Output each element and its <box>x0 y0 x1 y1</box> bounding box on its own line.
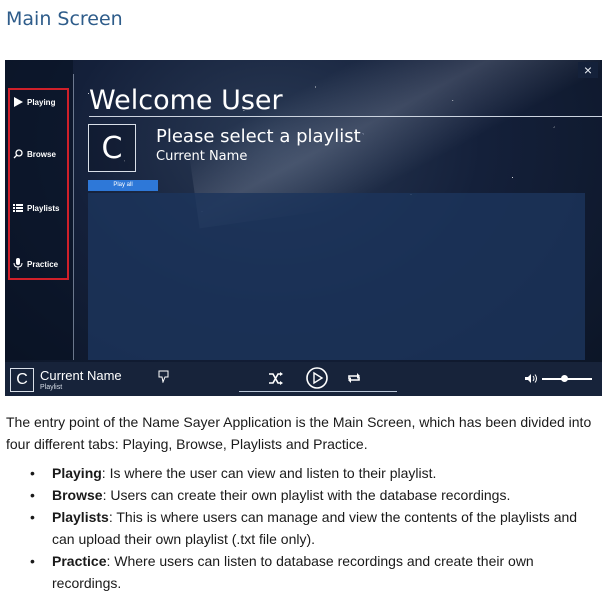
bullet-icon: • <box>30 553 35 569</box>
bullet-term: Browse <box>52 487 103 503</box>
sidebar-item-label: Playlists <box>27 203 60 213</box>
list-item: • Playing: Is where the user can view and… <box>30 462 602 484</box>
bullet-text: : Is where the user can view and listen … <box>101 465 437 481</box>
volume-slider-handle[interactable] <box>561 375 568 382</box>
now-playing-name: Current Name <box>40 368 122 383</box>
playlist-title: Please select a playlist <box>156 126 361 147</box>
now-playing-subtitle: Playlist <box>40 384 63 391</box>
app-screenshot: × Playing Browse Playlists Practice Welc… <box>5 60 602 396</box>
title-divider <box>89 116 602 117</box>
list-item: • Practice: Where users can listen to dat… <box>30 550 602 594</box>
list-item: • Playlists: This is where users can mana… <box>30 506 602 550</box>
bullet-icon: • <box>30 465 35 481</box>
bullet-term: Practice <box>52 553 107 569</box>
bullet-term: Playlists <box>52 509 109 525</box>
search-icon <box>13 149 23 159</box>
playlist-avatar: C <box>88 124 136 172</box>
sidebar-item-label: Practice <box>27 259 59 269</box>
sidebar-nav: Playing Browse Playlists Practice <box>5 60 73 360</box>
progress-bar[interactable] <box>239 391 397 392</box>
bullet-term: Playing <box>52 465 102 481</box>
microphone-icon <box>13 258 23 270</box>
sidebar-item-browse[interactable]: Browse <box>13 145 71 163</box>
tab-description-list: • Playing: Is where the user can view and… <box>30 462 602 594</box>
welcome-title: Welcome User <box>89 85 283 116</box>
repeat-icon[interactable] <box>347 372 361 384</box>
volume-icon <box>525 374 537 383</box>
playlist-subtitle: Current Name <box>156 149 248 164</box>
thumbs-down-icon[interactable] <box>158 370 172 383</box>
list-icon <box>13 204 23 212</box>
bullet-icon: • <box>30 509 35 525</box>
sidebar-item-label: Browse <box>27 149 56 159</box>
shuffle-icon[interactable] <box>268 372 283 385</box>
sidebar-item-playing[interactable]: Playing <box>13 93 71 111</box>
play-pause-button[interactable] <box>306 367 328 389</box>
sidebar-item-label: Playing <box>27 97 56 107</box>
nav-highlight-box <box>8 88 69 280</box>
bullet-text: : This is where users can manage and vie… <box>52 509 578 547</box>
bullet-icon: • <box>30 487 35 503</box>
close-icon[interactable]: × <box>578 62 598 78</box>
sidebar-item-playlists[interactable]: Playlists <box>13 199 71 217</box>
page-heading: Main Screen <box>6 8 123 30</box>
intro-paragraph: The entry point of the Name Sayer Applic… <box>6 414 592 452</box>
play-all-button[interactable]: Play all <box>88 180 158 191</box>
list-item: • Browse: Users can create their own play… <box>30 484 602 506</box>
play-icon <box>14 97 23 107</box>
now-playing-avatar: C <box>10 368 34 392</box>
bullet-text: : Where users can listen to database rec… <box>52 553 534 591</box>
sidebar-item-practice[interactable]: Practice <box>13 255 71 273</box>
sidebar-divider <box>73 74 74 360</box>
playlist-list-panel[interactable] <box>88 193 585 360</box>
bullet-text: : Users can create their own playlist wi… <box>102 487 511 503</box>
